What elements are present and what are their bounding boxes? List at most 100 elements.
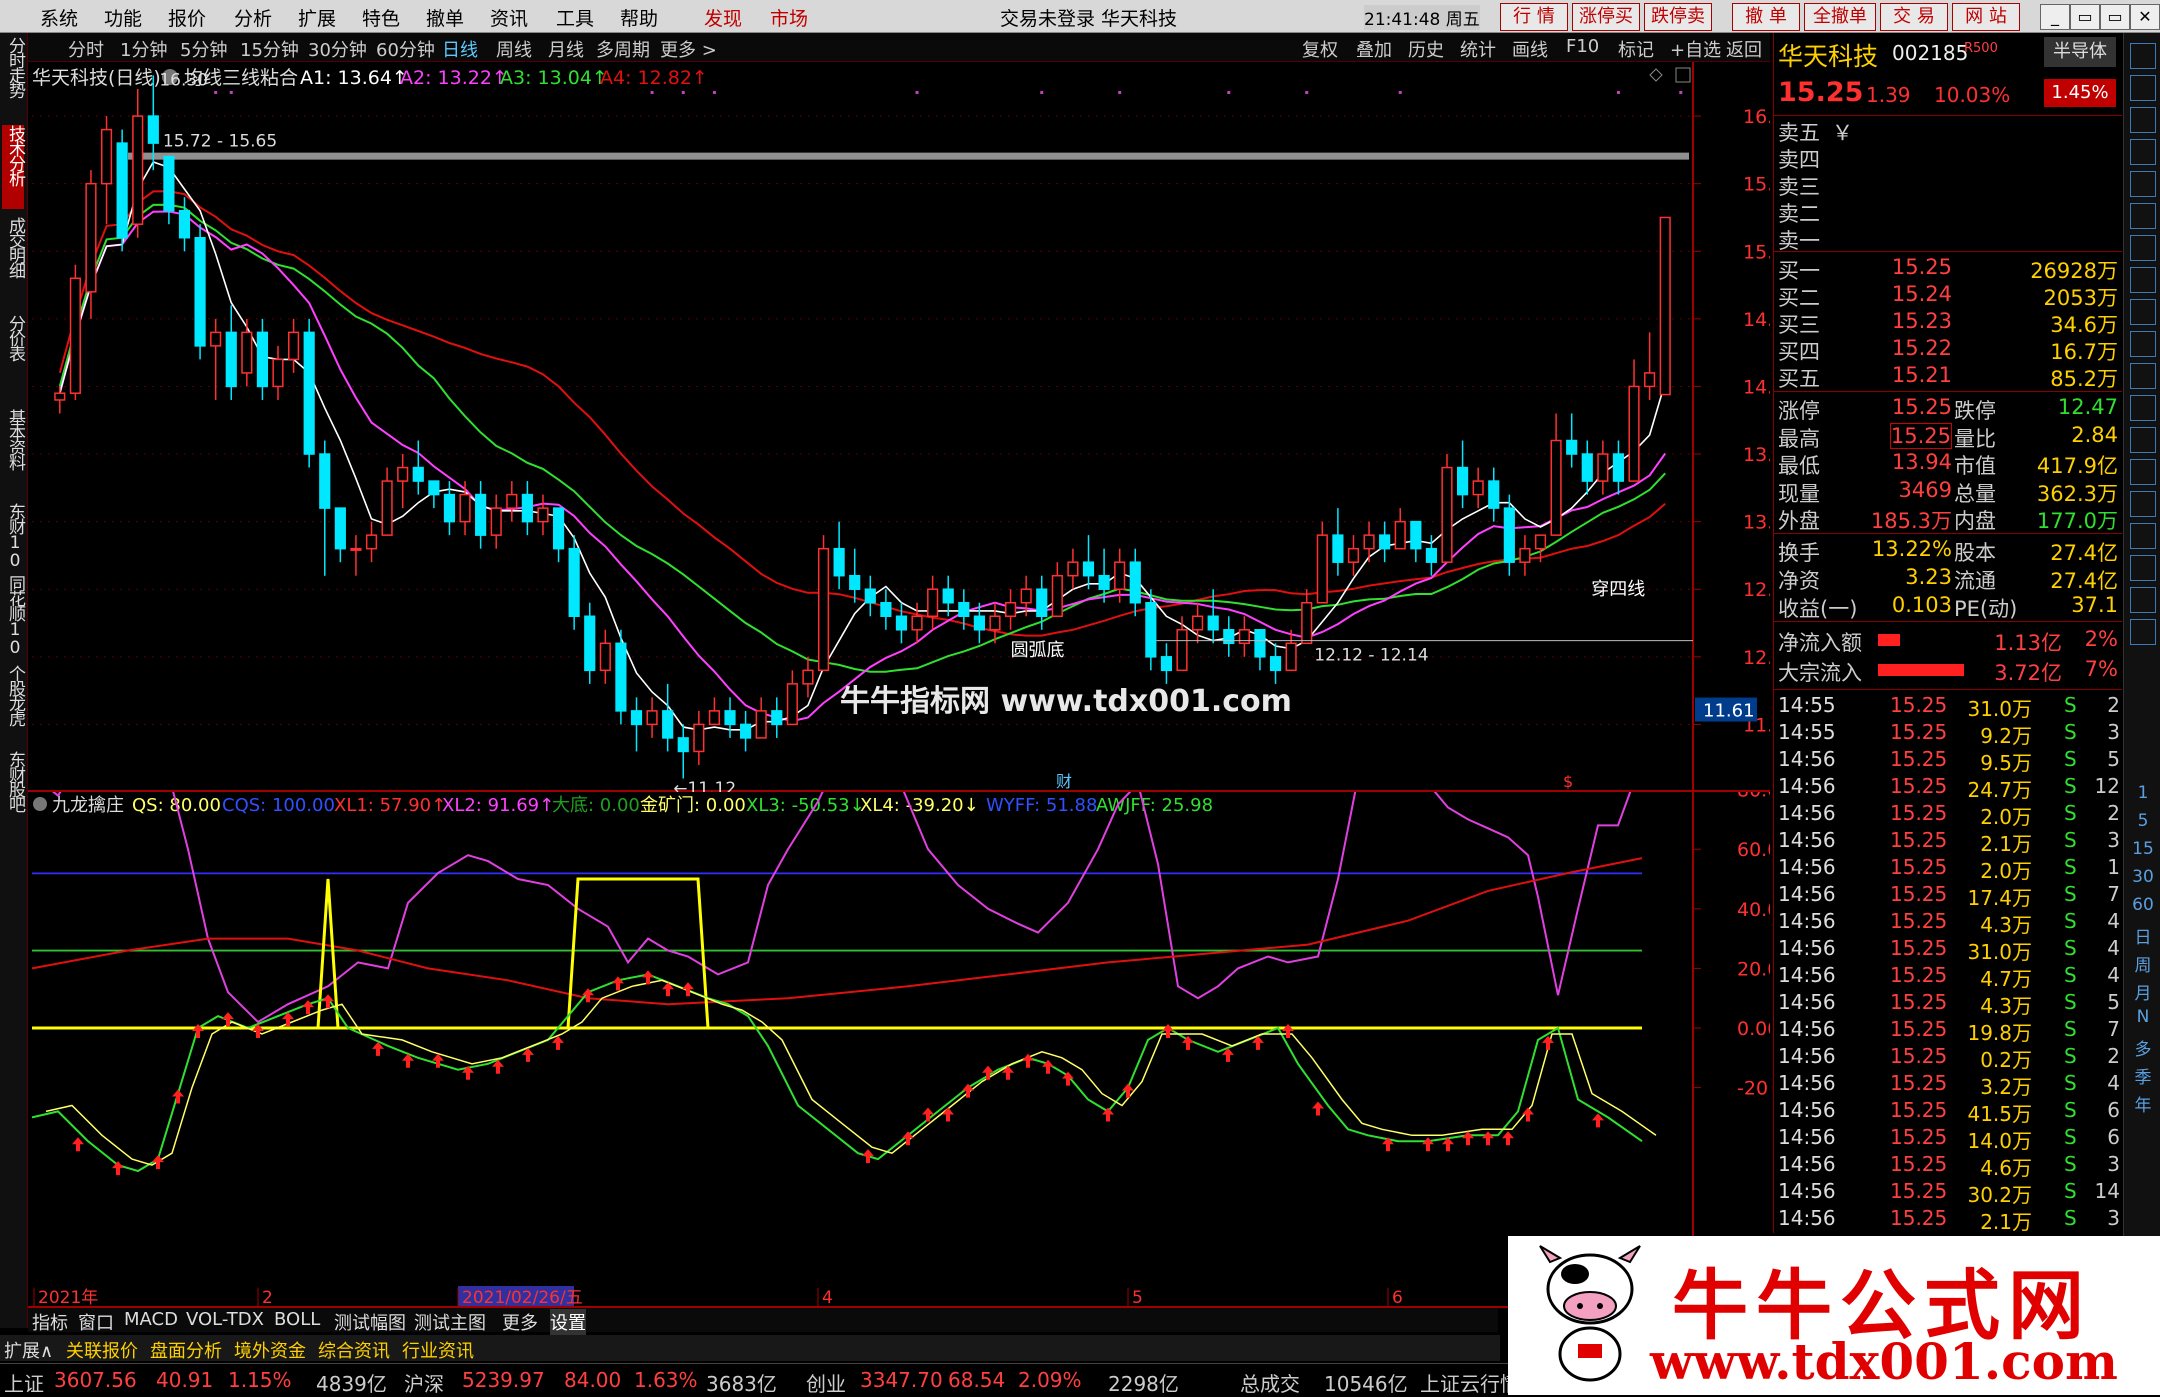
dollar-icon[interactable]	[2130, 491, 2156, 517]
period-shortcut[interactable]: 季	[2128, 1063, 2158, 1088]
period-tab[interactable]: 1分钟	[120, 36, 167, 62]
menu-item[interactable]: 报价	[168, 4, 206, 31]
period-shortcut[interactable]: 30	[2128, 867, 2158, 887]
left-tab[interactable]: 东财10	[2, 503, 25, 569]
menu-item[interactable]: 系统	[40, 4, 78, 31]
extension-tab[interactable]: 扩展∧	[4, 1337, 53, 1363]
period-shortcut[interactable]: 5	[2128, 811, 2158, 831]
table-icon[interactable]	[2130, 299, 2156, 325]
period-tab[interactable]: 周线	[496, 36, 532, 62]
rsi-icon[interactable]	[2130, 459, 2156, 485]
left-tab[interactable]: 同花顺10	[2, 575, 25, 659]
f2-icon[interactable]	[2130, 331, 2156, 357]
indicator-tab[interactable]: 测试幅图	[334, 1309, 406, 1335]
period-shortcut[interactable]: N	[2128, 1007, 2158, 1027]
period-shortcut[interactable]: 60	[2128, 895, 2158, 915]
ad-banner[interactable]: 牛牛公式网 www.tdx001.com	[1508, 1236, 2160, 1395]
chart-tool-button[interactable]: 历史	[1408, 36, 1444, 62]
period-shortcut[interactable]: 周	[2128, 951, 2158, 976]
left-tab[interactable]: 分时走势	[2, 37, 25, 119]
menu-item[interactable]: 工具	[556, 4, 594, 31]
star-icon[interactable]	[2130, 619, 2156, 645]
indicator-tab[interactable]: 测试主图	[414, 1309, 486, 1335]
period-shortcut[interactable]: 日	[2128, 923, 2158, 948]
quick-button[interactable]: 全撤单	[1804, 3, 1876, 31]
left-tab[interactable]: 个股龙虎	[2, 665, 25, 745]
menu-market[interactable]: 市场	[770, 4, 808, 31]
period-tab[interactable]: 30分钟	[308, 36, 367, 62]
indicator-tab[interactable]: 指标	[32, 1309, 68, 1335]
period-tab[interactable]: 日线	[442, 36, 478, 62]
left-tab[interactable]: 分价表	[2, 315, 25, 405]
menu-discover[interactable]: 发现	[704, 4, 742, 31]
extension-tab[interactable]: 行业资讯	[402, 1337, 474, 1363]
quick-button[interactable]: 涨停买	[1572, 3, 1640, 31]
sector-badge[interactable]: 半导体	[2044, 37, 2116, 67]
indicator-tab[interactable]: BOLL	[274, 1309, 320, 1330]
chart-tool-button[interactable]: F10	[1566, 36, 1599, 57]
indicator-chart[interactable]: 100.0080.0060.0040.0020.000.00-20.00九龙擒庄…	[28, 792, 1770, 1308]
chart-tool-button[interactable]: 标记	[1618, 36, 1654, 62]
extension-tab[interactable]: 综合资讯	[318, 1337, 390, 1363]
quick-button[interactable]: 网 站	[1952, 3, 2020, 31]
kline-icon[interactable]	[2130, 203, 2156, 229]
left-tab[interactable]: 东财股吧	[2, 751, 25, 841]
menu-item[interactable]: 特色	[362, 4, 400, 31]
period-tab[interactable]: 15分钟	[240, 36, 299, 62]
f10-icon[interactable]	[2130, 267, 2156, 293]
menu-item[interactable]: 功能	[104, 4, 142, 31]
period-tab[interactable]: 月线	[548, 36, 584, 62]
list-icon[interactable]	[2130, 107, 2156, 133]
fs-icon[interactable]	[2130, 587, 2156, 613]
move-icon[interactable]	[2130, 523, 2156, 549]
period-tab[interactable]: 5分钟	[180, 36, 227, 62]
period-tab[interactable]: 分时	[68, 36, 104, 62]
up-icon[interactable]	[2130, 43, 2156, 69]
period-shortcut[interactable]: 1	[2128, 783, 2158, 803]
extension-tab[interactable]: 境外资金	[234, 1337, 306, 1363]
menu-item[interactable]: 扩展	[298, 4, 336, 31]
pen-icon[interactable]	[2130, 555, 2156, 581]
minimize-icon[interactable]: _	[2040, 4, 2070, 30]
chart-tool-button[interactable]: 画线	[1512, 36, 1548, 62]
f3-icon[interactable]	[2130, 363, 2156, 389]
indicator-tab[interactable]: 窗口	[78, 1309, 114, 1335]
extension-tab[interactable]: 盘面分析	[150, 1337, 222, 1363]
doc-icon[interactable]	[2130, 235, 2156, 261]
down-icon[interactable]	[2130, 75, 2156, 101]
menu-item[interactable]: 撤单	[426, 4, 464, 31]
chart-tool-button[interactable]: 叠加	[1356, 36, 1392, 62]
left-tab[interactable]: 成交明细	[2, 217, 25, 307]
maximize-icon[interactable]: ▭	[2100, 4, 2130, 30]
left-tab[interactable]: 技术分析	[2, 125, 25, 209]
chart-tool-button[interactable]: 复权	[1302, 36, 1338, 62]
grid-icon[interactable]	[2130, 139, 2156, 165]
menu-item[interactable]: 资讯	[490, 4, 528, 31]
period-shortcut[interactable]: 多	[2128, 1035, 2158, 1060]
indicator-tab[interactable]: 设置	[550, 1309, 586, 1335]
chart-tool-button[interactable]: 返回	[1726, 36, 1762, 62]
indicator-tab[interactable]: VOL-TDX	[186, 1309, 264, 1330]
quick-button[interactable]: 交 易	[1880, 3, 1948, 31]
chart-tool-button[interactable]: +自选	[1670, 36, 1721, 62]
quick-button[interactable]: 撤 单	[1732, 3, 1800, 31]
chart-tool-button[interactable]: 统计	[1460, 36, 1496, 62]
period-shortcut[interactable]: 月	[2128, 979, 2158, 1004]
clock-icon[interactable]	[2130, 395, 2156, 421]
extension-tab[interactable]: 关联报价	[66, 1337, 138, 1363]
restore-icon[interactable]: ▭	[2070, 4, 2100, 30]
bid-row[interactable]: 买五 15.21 85.2万	[1774, 363, 2122, 391]
indicator-tab[interactable]: MACD	[124, 1309, 178, 1330]
period-tab[interactable]: 60分钟	[376, 36, 435, 62]
bid-row[interactable]: 买二 15.24 2053万	[1774, 282, 2122, 310]
indicator-tab[interactable]: 更多	[502, 1309, 538, 1335]
menu-item[interactable]: 帮助	[620, 4, 658, 31]
menu-item[interactable]: 分析	[234, 4, 272, 31]
bid-row[interactable]: 买三 15.23 34.6万	[1774, 309, 2122, 337]
bid-row[interactable]: 买一 15.25 26928万	[1774, 255, 2122, 283]
period-shortcut[interactable]: 年	[2128, 1091, 2158, 1116]
close-icon[interactable]: ✕	[2130, 4, 2160, 30]
bid-row[interactable]: 买四 15.22 16.7万	[1774, 336, 2122, 364]
chart2-icon[interactable]	[2130, 427, 2156, 453]
quick-button[interactable]: 跌停卖	[1644, 3, 1712, 31]
